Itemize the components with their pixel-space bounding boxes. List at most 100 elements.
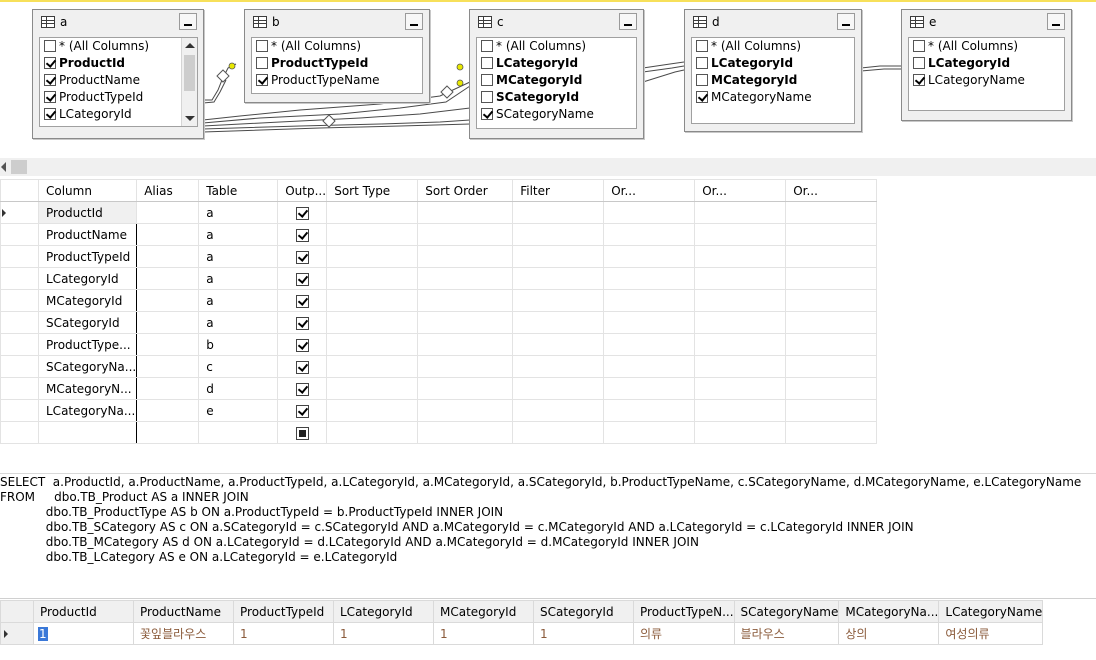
criteria-new-row[interactable]: [0, 421, 878, 444]
column-item[interactable]: ProductTypeName: [252, 72, 422, 89]
diagram-table-b[interactable]: b * (All Columns) ProductTypeId ProductTyp…: [244, 9, 430, 103]
criteria-row[interactable]: ProductType... b: [0, 333, 878, 356]
minimize-button[interactable]: [405, 13, 423, 30]
criteria-cell[interactable]: [785, 267, 878, 290]
criteria-column-cell[interactable]: LCategoryId: [37, 267, 138, 290]
result-cell[interactable]: 여성의류: [938, 622, 1044, 645]
criteria-column-cell[interactable]: LCategoryNa...: [37, 399, 138, 422]
column-checkbox[interactable]: [481, 57, 493, 69]
criteria-cell[interactable]: [512, 421, 605, 444]
minimize-button[interactable]: [1047, 13, 1065, 30]
criteria-cell[interactable]: [417, 333, 514, 356]
output-checkbox[interactable]: [295, 360, 309, 374]
table-b-columns[interactable]: * (All Columns) ProductTypeId ProductTypeN…: [251, 37, 423, 94]
criteria-cell[interactable]: [326, 377, 419, 400]
row-selector[interactable]: [0, 201, 39, 224]
column-checkbox[interactable]: [481, 40, 493, 52]
column-item[interactable]: LCategoryName: [909, 72, 1064, 89]
scroll-up-icon[interactable]: [185, 43, 195, 48]
criteria-row[interactable]: MCategoryId a: [0, 289, 878, 312]
column-header[interactable]: Or...: [785, 179, 878, 202]
table-a-scrollbar[interactable]: [181, 38, 197, 126]
result-cell[interactable]: 꽃잎블라우스: [133, 622, 234, 645]
result-column-header[interactable]: SCategoryName: [733, 600, 840, 623]
results-pane[interactable]: ProductId ProductName ProductTypeId LCat…: [0, 598, 1096, 660]
output-checkbox[interactable]: [295, 316, 309, 330]
criteria-cell[interactable]: [694, 399, 787, 422]
column-item[interactable]: ProductTypeId: [40, 89, 197, 106]
criteria-column-cell[interactable]: MCategoryId: [37, 289, 138, 312]
criteria-alias-cell[interactable]: [136, 421, 200, 444]
column-checkbox[interactable]: [256, 40, 268, 52]
criteria-column-cell[interactable]: ProductId: [37, 201, 138, 224]
criteria-cell[interactable]: [785, 421, 878, 444]
criteria-row[interactable]: LCategoryId a: [0, 267, 878, 290]
criteria-output-cell[interactable]: [277, 333, 328, 356]
row-selector[interactable]: [0, 223, 39, 246]
criteria-cell[interactable]: [694, 311, 787, 334]
criteria-cell[interactable]: [417, 421, 514, 444]
result-column-header[interactable]: ProductName: [133, 600, 234, 623]
criteria-cell[interactable]: [603, 333, 696, 356]
criteria-cell[interactable]: [417, 245, 514, 268]
result-cell[interactable]: 1: [433, 622, 534, 645]
criteria-table-cell[interactable]: a: [198, 201, 279, 224]
criteria-table-cell[interactable]: d: [198, 377, 279, 400]
diagram-horizontal-scrollbar[interactable]: [0, 158, 1096, 176]
column-item[interactable]: MCategoryName: [692, 89, 854, 106]
column-checkbox[interactable]: [44, 108, 56, 120]
column-checkbox[interactable]: [913, 74, 925, 86]
criteria-table-cell[interactable]: a: [198, 223, 279, 246]
criteria-cell[interactable]: [417, 399, 514, 422]
result-column-header[interactable]: MCategoryId: [433, 600, 534, 623]
criteria-cell[interactable]: [603, 311, 696, 334]
result-column-header[interactable]: ProductTypeId: [233, 600, 334, 623]
criteria-cell[interactable]: [512, 377, 605, 400]
criteria-column-cell[interactable]: [37, 421, 138, 444]
column-item[interactable]: * (All Columns): [477, 38, 636, 55]
column-item[interactable]: LCategoryId: [40, 106, 197, 123]
criteria-alias-cell[interactable]: [136, 311, 200, 334]
sql-line[interactable]: dbo.TB_SCategory AS c ON a.SCategoryId =…: [0, 520, 914, 535]
output-checkbox[interactable]: [295, 426, 309, 440]
criteria-grid[interactable]: Column Alias Table Outp... Sort Type Sor…: [0, 179, 878, 444]
table-a-header[interactable]: a: [33, 10, 203, 34]
row-selector[interactable]: [0, 267, 39, 290]
criteria-output-cell[interactable]: [277, 421, 328, 444]
criteria-cell[interactable]: [326, 399, 419, 422]
criteria-row[interactable]: ProductName a: [0, 223, 878, 246]
criteria-cell[interactable]: [417, 267, 514, 290]
criteria-cell[interactable]: [694, 289, 787, 312]
result-column-header[interactable]: ProductTypeN...: [633, 600, 735, 623]
column-header[interactable]: Alias: [136, 179, 200, 202]
criteria-cell[interactable]: [694, 333, 787, 356]
criteria-row[interactable]: ProductTypeId a: [0, 245, 878, 268]
row-selector[interactable]: [0, 399, 39, 422]
column-checkbox[interactable]: [256, 74, 268, 86]
minimize-button[interactable]: [837, 13, 855, 30]
criteria-table-cell[interactable]: a: [198, 311, 279, 334]
criteria-table-cell[interactable]: a: [198, 289, 279, 312]
column-checkbox[interactable]: [913, 57, 925, 69]
criteria-cell[interactable]: [694, 223, 787, 246]
minimize-button[interactable]: [619, 13, 637, 30]
criteria-column-cell[interactable]: SCategoryNa...: [37, 355, 138, 378]
result-column-header[interactable]: LCategoryName: [938, 600, 1044, 623]
column-item[interactable]: * (All Columns): [40, 38, 197, 55]
criteria-output-cell[interactable]: [277, 399, 328, 422]
row-selector[interactable]: [0, 245, 39, 268]
criteria-pane[interactable]: Column Alias Table Outp... Sort Type Sor…: [0, 179, 1096, 457]
criteria-cell[interactable]: [326, 355, 419, 378]
scroll-left-icon[interactable]: [1, 162, 6, 172]
criteria-cell[interactable]: [603, 399, 696, 422]
criteria-cell[interactable]: [326, 421, 419, 444]
sql-line[interactable]: dbo.TB_ProductType AS b ON a.ProductType…: [0, 505, 503, 520]
criteria-column-cell[interactable]: MCategoryN...: [37, 377, 138, 400]
criteria-cell[interactable]: [326, 267, 419, 290]
diagram-table-a[interactable]: a * (All Columns) ProductId ProductName Pro…: [32, 9, 204, 139]
criteria-cell[interactable]: [512, 201, 605, 224]
column-header[interactable]: Or...: [694, 179, 787, 202]
scroll-thumb[interactable]: [11, 160, 27, 174]
criteria-cell[interactable]: [326, 311, 419, 334]
criteria-cell[interactable]: [603, 377, 696, 400]
